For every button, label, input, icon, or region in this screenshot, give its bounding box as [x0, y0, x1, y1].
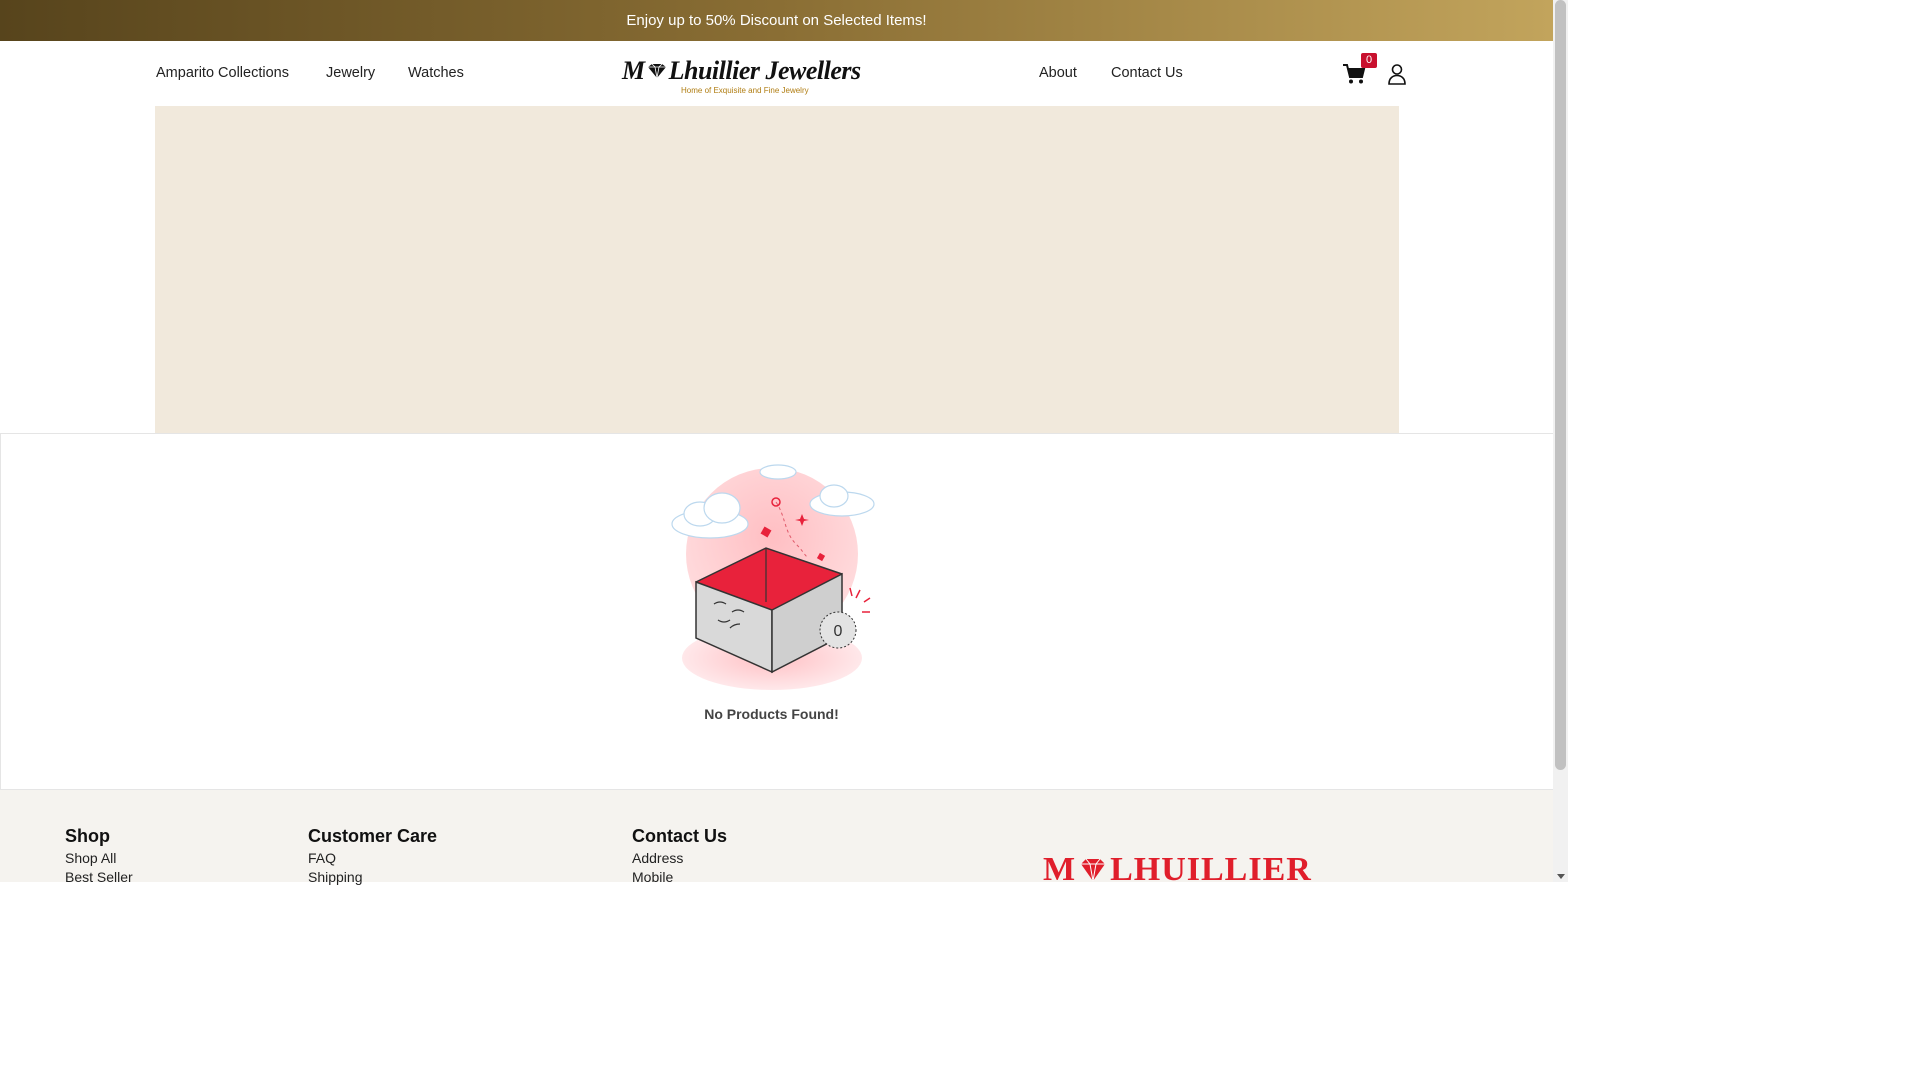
footer-shop-column: Shop Shop All Best Seller [65, 826, 133, 887]
empty-box-illustration: 0 [671, 464, 875, 690]
footer-address-link[interactable]: Address [632, 849, 727, 868]
footer-faq-link[interactable]: FAQ [308, 849, 437, 868]
scrollbar-thumb[interactable] [1555, 0, 1566, 770]
site-footer: Shop Shop All Best Seller Customer Care … [0, 790, 1553, 888]
footer-customer-care-column: Customer Care FAQ Shipping [308, 826, 437, 887]
footer-shop-all-link[interactable]: Shop All [65, 849, 133, 868]
nav-jewelry[interactable]: Jewelry [326, 65, 375, 81]
cart-count-badge: 0 [1361, 53, 1377, 68]
logo-tagline: Home of Exquisite and Fine Jewelry [681, 86, 809, 95]
logo-title-end: Lhuillier Jewellers [668, 56, 862, 85]
promo-text: Enjoy up to 50% Discount on Selected Ite… [626, 12, 927, 29]
footer-contact-heading: Contact Us [632, 826, 728, 846]
no-products-message: No Products Found! [704, 706, 839, 722]
footer-customer-care-heading: Customer Care [308, 826, 438, 846]
nav-about[interactable]: About [1039, 65, 1077, 81]
diamond-icon [647, 63, 666, 79]
promo-banner: Enjoy up to 50% Discount on Selected Ite… [0, 0, 1553, 41]
main-navbar: Amparito Collections Jewelry Watches M L… [0, 41, 1553, 106]
scroll-down-arrow-icon[interactable] [1557, 874, 1565, 879]
footer-mobile-link[interactable]: Mobile [632, 868, 727, 887]
logo-title: M Lhuillier Jewellers [622, 57, 884, 85]
nav-watches[interactable]: Watches [408, 65, 464, 81]
user-icon[interactable] [1387, 63, 1407, 85]
nav-contact-us[interactable]: Contact Us [1111, 65, 1183, 81]
brand-logo[interactable]: M Lhuillier Jewellers Home of Exquisite … [622, 57, 884, 99]
footer-brand-start: M [1043, 851, 1077, 888]
hero-banner [155, 106, 1399, 433]
zero-badge: 0 [834, 623, 843, 640]
footer-best-seller-link[interactable]: Best Seller [65, 868, 133, 887]
nav-amparito-collections[interactable]: Amparito Collections [156, 65, 289, 81]
footer-contact-column: Contact Us Address Mobile [632, 826, 727, 887]
footer-shipping-link[interactable]: Shipping [308, 868, 437, 887]
heart-diamond-icon [1081, 858, 1106, 882]
product-list-empty-state: 0 No Products Found! [0, 433, 1554, 790]
logo-title-start: M [622, 56, 645, 85]
footer-shop-heading: Shop [65, 826, 110, 846]
footer-brand-end: LHUILLIER [1110, 851, 1312, 888]
page-scrollbar[interactable] [1553, 0, 1568, 882]
footer-brand-logo: M LHUILLIER [1043, 852, 1312, 888]
